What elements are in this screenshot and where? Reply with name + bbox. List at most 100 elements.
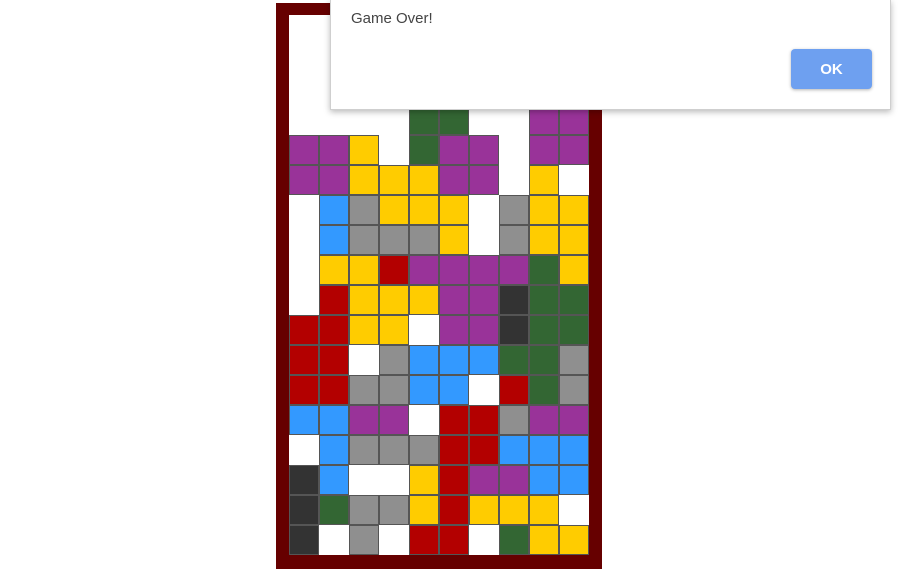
block-cell <box>439 465 469 495</box>
block-cell <box>559 135 589 165</box>
block-cell <box>559 225 589 255</box>
block-cell <box>349 525 379 555</box>
block-cell <box>379 495 409 525</box>
empty-cell <box>499 135 529 165</box>
block-cell <box>349 225 379 255</box>
block-cell <box>469 495 499 525</box>
block-cell <box>379 345 409 375</box>
block-cell <box>319 165 349 195</box>
empty-cell <box>469 525 499 555</box>
block-cell <box>349 495 379 525</box>
block-cell <box>439 375 469 405</box>
block-cell <box>319 465 349 495</box>
block-cell <box>559 255 589 285</box>
block-cell <box>289 375 319 405</box>
block-cell <box>409 195 439 225</box>
block-cell <box>529 525 559 555</box>
block-cell <box>439 225 469 255</box>
empty-cell <box>469 195 499 225</box>
block-cell <box>319 285 349 315</box>
block-cell <box>469 405 499 435</box>
block-cell <box>319 255 349 285</box>
block-cell <box>439 525 469 555</box>
block-cell <box>379 165 409 195</box>
block-cell <box>559 525 589 555</box>
empty-cell <box>289 255 319 285</box>
block-cell <box>529 195 559 225</box>
block-cell <box>349 135 379 165</box>
block-cell <box>469 135 499 165</box>
block-cell <box>379 225 409 255</box>
block-cell <box>289 405 319 435</box>
block-cell <box>289 495 319 525</box>
block-cell <box>469 165 499 195</box>
block-cell <box>439 315 469 345</box>
empty-cell <box>349 465 379 495</box>
empty-cell <box>379 525 409 555</box>
block-cell <box>439 135 469 165</box>
block-cell <box>379 195 409 225</box>
block-cell <box>289 165 319 195</box>
block-cell <box>319 195 349 225</box>
block-cell <box>469 435 499 465</box>
empty-cell <box>409 405 439 435</box>
block-cell <box>409 165 439 195</box>
ok-button[interactable]: OK <box>791 49 872 89</box>
alert-dialog: Game Over! OK <box>330 0 891 110</box>
block-cell <box>289 135 319 165</box>
block-cell <box>319 495 349 525</box>
block-cell <box>379 255 409 285</box>
block-cell <box>559 405 589 435</box>
empty-cell <box>379 465 409 495</box>
block-cell <box>319 225 349 255</box>
block-cell <box>529 225 559 255</box>
block-cell <box>409 495 439 525</box>
block-cell <box>529 345 559 375</box>
block-cell <box>349 375 379 405</box>
block-cell <box>529 435 559 465</box>
block-cell <box>499 525 529 555</box>
block-cell <box>529 315 559 345</box>
block-cell <box>439 345 469 375</box>
block-cell <box>349 405 379 435</box>
empty-cell <box>469 375 499 405</box>
empty-cell <box>289 285 319 315</box>
empty-cell <box>289 45 319 75</box>
block-cell <box>319 375 349 405</box>
block-cell <box>319 345 349 375</box>
block-cell <box>529 405 559 435</box>
block-cell <box>559 195 589 225</box>
block-cell <box>349 165 379 195</box>
empty-cell <box>289 75 319 105</box>
block-cell <box>409 225 439 255</box>
block-cell <box>409 465 439 495</box>
block-cell <box>379 405 409 435</box>
block-cell <box>529 465 559 495</box>
block-cell <box>409 285 439 315</box>
block-cell <box>439 405 469 435</box>
block-cell <box>529 285 559 315</box>
block-cell <box>499 285 529 315</box>
block-cell <box>289 525 319 555</box>
block-cell <box>559 465 589 495</box>
block-cell <box>379 375 409 405</box>
empty-cell <box>469 225 499 255</box>
block-cell <box>499 435 529 465</box>
block-cell <box>469 315 499 345</box>
block-cell <box>559 285 589 315</box>
block-cell <box>379 315 409 345</box>
block-cell <box>349 285 379 315</box>
block-cell <box>439 165 469 195</box>
block-cell <box>499 345 529 375</box>
empty-cell <box>289 225 319 255</box>
empty-cell <box>319 525 349 555</box>
block-cell <box>349 315 379 345</box>
block-cell <box>499 195 529 225</box>
block-cell <box>349 435 379 465</box>
block-cell <box>349 195 379 225</box>
block-cell <box>289 345 319 375</box>
block-cell <box>469 345 499 375</box>
empty-cell <box>559 495 589 525</box>
block-cell <box>409 255 439 285</box>
block-cell <box>289 465 319 495</box>
